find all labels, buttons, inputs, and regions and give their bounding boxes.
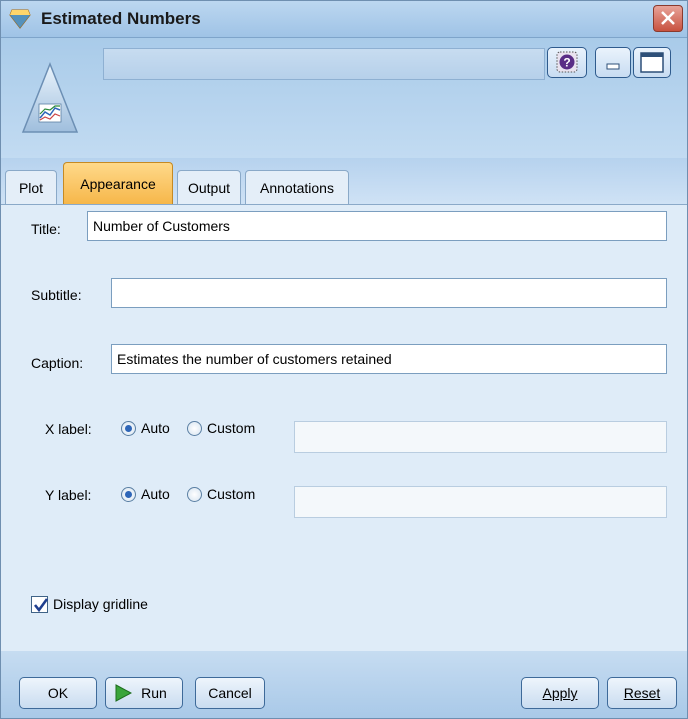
subtitle-label: Subtitle: [31, 287, 82, 303]
title-label: Title: [31, 221, 61, 237]
cancel-button[interactable]: Cancel [195, 677, 265, 709]
caption-input[interactable]: Estimates the number of customers retain… [111, 344, 667, 374]
tab-plot[interactable]: Plot [5, 170, 57, 204]
minimize-icon [606, 63, 620, 70]
title-input[interactable]: Number of Customers [87, 211, 667, 241]
tab-strip: Plot Appearance Output Annotations [1, 158, 687, 204]
x-label-label: X label: [45, 421, 92, 437]
y-label-auto-radio[interactable] [121, 487, 136, 502]
x-label-auto-text: Auto [141, 420, 170, 436]
maximize-icon [640, 52, 664, 73]
minimize-button[interactable] [595, 47, 631, 78]
run-button[interactable]: Run [105, 677, 183, 709]
x-label-auto-radio[interactable] [121, 421, 136, 436]
help-button[interactable]: ? [547, 47, 587, 78]
caption-label: Caption: [31, 355, 84, 371]
checkmark-icon [33, 598, 49, 613]
y-label-custom-text: Custom [207, 486, 256, 502]
node-name-bar [103, 48, 545, 80]
y-label-auto-text: Auto [141, 486, 170, 502]
y-label-label: Y label: [45, 487, 92, 503]
apply-label: Apply [542, 685, 578, 701]
svg-text:?: ? [563, 56, 570, 70]
display-gridline-label: Display gridline [53, 596, 148, 612]
tab-output[interactable]: Output [177, 170, 241, 204]
node-diamond-icon [9, 9, 31, 29]
appearance-panel: Title: Number of Customers Subtitle: Cap… [1, 204, 687, 651]
window-title: Estimated Numbers [41, 9, 201, 28]
multiplot-node-icon [21, 61, 79, 136]
apply-button[interactable]: Apply [521, 677, 599, 709]
help-icon: ? [556, 51, 578, 73]
close-icon [661, 11, 675, 25]
subtitle-input[interactable] [111, 278, 667, 308]
run-label: Run [141, 685, 167, 701]
display-gridline-checkbox[interactable] [31, 596, 49, 613]
y-label-custom-input [294, 486, 667, 518]
maximize-button[interactable] [633, 47, 671, 78]
dialog-window: Estimated Numbers ? Plot Appearance Outp… [0, 0, 688, 719]
x-label-custom-text: Custom [207, 420, 256, 436]
tab-appearance[interactable]: Appearance [63, 162, 173, 204]
reset-button[interactable]: Reset [607, 677, 677, 709]
node-header: ? [1, 38, 687, 158]
close-button[interactable] [653, 5, 683, 32]
tab-annotations[interactable]: Annotations [245, 170, 349, 204]
ok-button[interactable]: OK [19, 677, 97, 709]
x-label-custom-input [294, 421, 667, 453]
title-bar[interactable]: Estimated Numbers [1, 1, 687, 38]
play-icon [115, 684, 132, 702]
y-label-custom-radio[interactable] [187, 487, 202, 502]
reset-label: Reset [623, 685, 661, 701]
button-bar: OK Run Cancel Apply Reset [1, 651, 687, 718]
x-label-custom-radio[interactable] [187, 421, 202, 436]
